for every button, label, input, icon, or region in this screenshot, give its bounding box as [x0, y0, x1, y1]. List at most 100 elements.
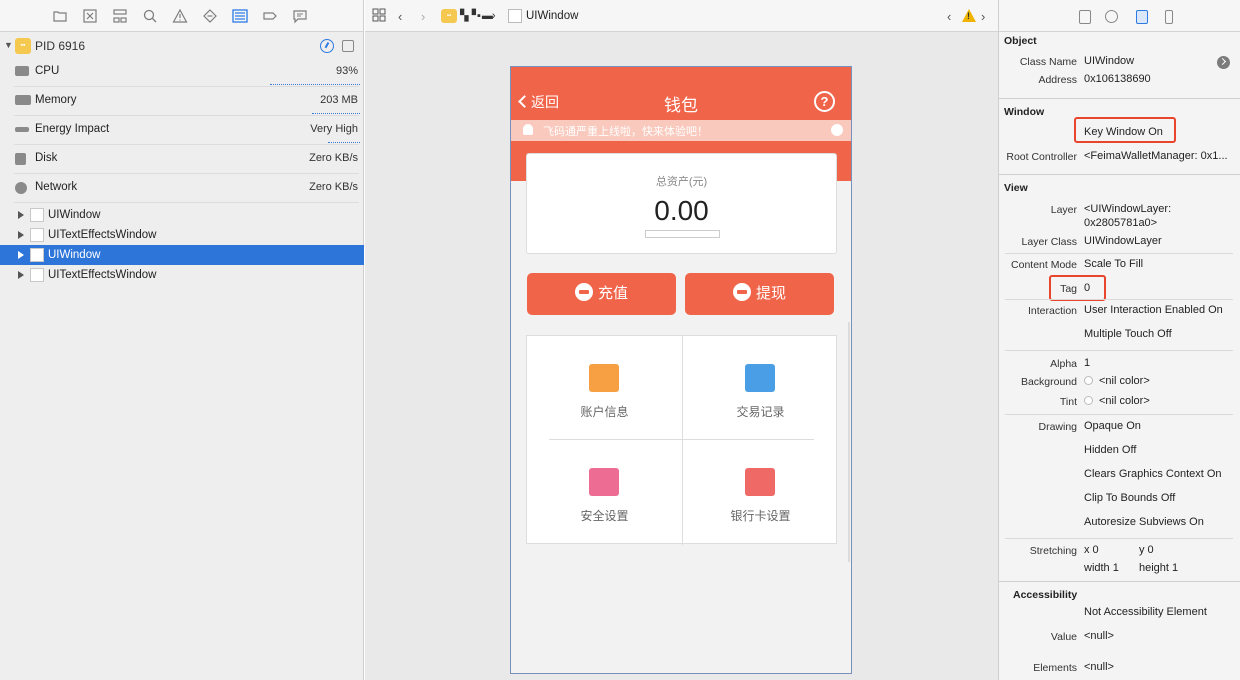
drawing-value: Clip To Bounds Off [1084, 492, 1176, 504]
content-mode-value: Scale To Fill [1084, 258, 1144, 270]
search-icon[interactable] [142, 8, 158, 24]
divider [682, 336, 683, 545]
cpu-icon [15, 66, 29, 76]
drawing-value: Autoresize Subviews On [1084, 516, 1204, 528]
layer-class-key: Layer Class [1021, 236, 1077, 248]
phone-preview[interactable]: 返回 钱包 ? 飞码通严重上线啦，快来体验吧！ 总资产(元) 0.00 充值 提… [510, 66, 852, 674]
app-title: 钱包 [664, 96, 698, 115]
back-arrow-icon[interactable]: ‹ [398, 9, 402, 24]
disclosure-triangle-icon[interactable] [18, 211, 24, 219]
next-issue-icon[interactable]: › [981, 9, 985, 24]
warning-icon[interactable]: ! [962, 9, 976, 22]
grid-item-security[interactable]: 安全设置 [527, 440, 682, 544]
grid-icon[interactable] [372, 8, 386, 25]
disclosure-triangle-icon[interactable] [18, 271, 24, 279]
tree-item[interactable]: UIWindow [0, 205, 364, 225]
prev-issue-icon[interactable]: ‹ [947, 9, 951, 24]
process-row[interactable]: ▼ ▪▪ PID 6916 [0, 36, 364, 56]
divider [14, 86, 359, 87]
interaction-value-1: User Interaction Enabled On [1084, 304, 1223, 316]
tree-item[interactable]: UITextEffectsWindow [0, 225, 364, 245]
debug-icon[interactable] [232, 8, 248, 24]
process-info-icon[interactable] [320, 39, 334, 53]
forward-arrow-icon[interactable]: › [421, 9, 425, 24]
background-text: <nil color> [1099, 375, 1150, 387]
value-key: Value [1050, 631, 1077, 643]
section-view: View [1004, 182, 1028, 194]
divider [14, 202, 359, 203]
gauge-label: CPU [35, 65, 60, 77]
grid-item-transactions[interactable]: 交易记录 [683, 336, 838, 440]
x-box-icon[interactable] [82, 8, 98, 24]
close-icon[interactable] [831, 124, 843, 136]
grid-item-account-info[interactable]: 账户信息 [527, 336, 682, 440]
help-inspector-icon[interactable] [1105, 10, 1118, 23]
divider [999, 174, 1240, 175]
stretch-y: y 0 [1139, 544, 1154, 556]
withdraw-label: 提现 [755, 285, 786, 302]
address-value: 0x106138690 [1084, 73, 1151, 85]
stretch-height: height 1 [1139, 562, 1179, 574]
window-icon [30, 228, 44, 242]
gauge-network[interactable]: Network Zero KB/s [0, 175, 364, 203]
recharge-button[interactable]: 充值 [527, 273, 676, 315]
help-icon[interactable]: ? [814, 91, 835, 112]
drawing-key: Drawing [1038, 421, 1077, 433]
object-inspector-icon[interactable] [1136, 10, 1148, 24]
size-inspector-icon[interactable] [1165, 10, 1173, 24]
view-debugger-canvas: ‹ › ▪▪ ▚▝ ▪ ▬› UIWindow ‹ ! › 返回 钱包 ? 飞码… [365, 0, 998, 680]
layer-key: Layer [1050, 204, 1077, 216]
bank-card-icon [745, 468, 775, 496]
interaction-value-2: Multiple Touch Off [1084, 328, 1172, 340]
diamond-icon[interactable] [202, 8, 218, 24]
disclosure-triangle-icon[interactable] [18, 231, 24, 239]
tree-item-label: UIWindow [48, 249, 101, 261]
gauge-energy[interactable]: Energy Impact Very High [0, 117, 364, 145]
window-icon [30, 208, 44, 222]
class-name-value: UIWindow [1084, 55, 1135, 67]
disclosure-triangle-icon[interactable] [18, 251, 24, 259]
function-grid: 账户信息 交易记录 安全设置 银行卡设置 [526, 335, 838, 545]
key-window-highlight [1074, 117, 1176, 143]
folder-icon[interactable] [52, 8, 68, 24]
hierarchy-icon[interactable] [112, 8, 128, 24]
gauge-memory[interactable]: Memory 203 MB [0, 88, 364, 116]
address-key: Address [1038, 74, 1077, 86]
warning-icon[interactable] [172, 8, 188, 24]
tag-icon[interactable] [262, 8, 278, 24]
disclosure-triangle-icon[interactable]: ▼ [4, 40, 13, 50]
tree-item[interactable]: UITextEffectsWindow [0, 265, 364, 285]
balance-card: 总资产(元) 0.00 [526, 153, 837, 254]
scroll-indicator[interactable] [848, 322, 850, 562]
notice-bar[interactable]: 飞码通严重上线啦，快来体验吧！ [511, 120, 851, 141]
background-value: <nil color> [1084, 375, 1150, 387]
chat-icon[interactable] [292, 8, 308, 24]
gauge-cpu[interactable]: CPU 93% [0, 59, 364, 87]
recharge-label: 充值 [597, 285, 628, 302]
breadcrumb-app[interactable]: ▚▝ ▪ ▬› [460, 9, 496, 22]
gauge-disk[interactable]: Disk Zero KB/s [0, 146, 364, 174]
balance-subtitle [645, 230, 720, 238]
drawing-value: Hidden Off [1084, 444, 1137, 456]
gauge-value: 93% [335, 65, 358, 77]
file-inspector-icon[interactable] [1079, 10, 1091, 24]
account-info-icon [589, 364, 619, 392]
device-icon[interactable] [342, 40, 354, 52]
go-to-class-icon[interactable] [1217, 56, 1230, 69]
section-window: Window [1004, 106, 1045, 118]
window-icon [30, 268, 44, 282]
gauge-value: Zero KB/s [309, 152, 358, 164]
process-name: PID 6916 [35, 39, 86, 53]
stretch-width: width 1 [1084, 562, 1119, 574]
tree-item-label: UIWindow [48, 209, 101, 221]
grid-item-label: 账户信息 [580, 405, 629, 419]
tree-item-selected[interactable]: UIWindow [0, 245, 364, 265]
alpha-key: Alpha [1050, 358, 1077, 370]
grid-item-bank-card[interactable]: 银行卡设置 [683, 440, 838, 544]
divider [14, 115, 359, 116]
withdraw-button[interactable]: 提现 [685, 273, 834, 315]
breadcrumb-title[interactable]: UIWindow [526, 10, 578, 22]
tint-text: <nil color> [1099, 395, 1150, 407]
gauge-label: Disk [35, 152, 58, 164]
gauge-value: Very High [310, 123, 358, 135]
